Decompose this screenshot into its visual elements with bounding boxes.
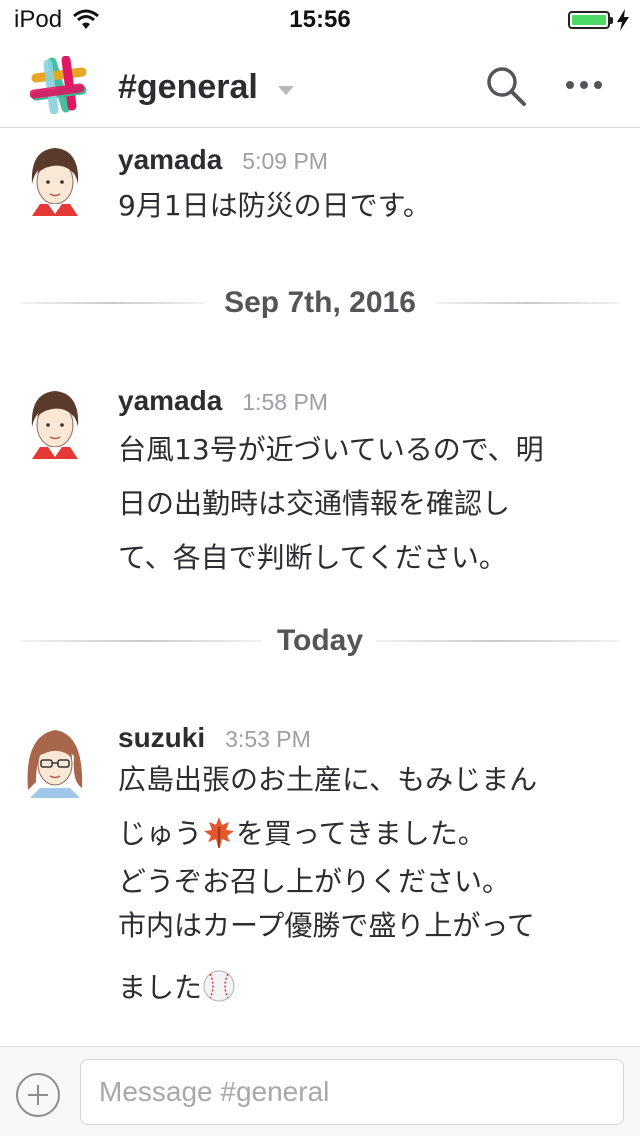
message-line: ました [118, 966, 618, 1010]
message-text: 台風13号が近づいているので、明 日の出勤時は交通情報を確認し て、各自で判断し… [118, 423, 618, 585]
slack-logo[interactable] [30, 56, 88, 114]
message-line: 台風13号が近づいているので、明 [118, 433, 544, 466]
date-divider: Today [22, 621, 618, 661]
chevron-down-icon[interactable] [278, 86, 294, 95]
message-username[interactable]: yamada [118, 144, 222, 176]
avatar[interactable] [22, 726, 88, 798]
message-timestamp: 3:53 PM [225, 726, 311, 752]
date-divider: Sep 7th, 2016 [22, 283, 618, 323]
avatar[interactable] [22, 387, 88, 459]
channel-title[interactable]: #general [118, 68, 258, 107]
divider-line-right [436, 302, 618, 304]
message-username[interactable]: suzuki [118, 722, 205, 754]
search-icon[interactable] [484, 64, 528, 108]
message-composer [0, 1046, 640, 1136]
message-header: yamada 1:58 PM [118, 385, 328, 417]
baseball-icon [203, 970, 235, 1002]
message-fragment: じゅう [118, 817, 203, 850]
message-text: 9月1日は防災の日です。 [118, 186, 618, 226]
divider-line-right [376, 640, 618, 642]
message-header: yamada 5:09 PM [118, 144, 328, 176]
message-timestamp: 5:09 PM [242, 148, 328, 174]
message-header: suzuki 3:53 PM [118, 722, 311, 754]
battery-icon [568, 11, 613, 29]
message-username[interactable]: yamada [118, 385, 222, 417]
maple-leaf-icon [204, 817, 235, 848]
message-line: 広島出張のお土産に、もみじまん [118, 763, 538, 796]
message-text: 広島出張のお土産に、もみじまん じゅう を買ってきました。 どうぞお召し上がりく… [118, 758, 618, 1010]
message-fragment: を買ってきました。 [236, 817, 486, 850]
message-fragment: ました [118, 971, 203, 1004]
message-line: 市内はカープ優勝で盛り上がって [118, 909, 535, 942]
message-line: どうぞお召し上がりください。 [118, 865, 511, 898]
status-bar: iPod 15:56 [0, 0, 640, 40]
more-icon[interactable] [562, 70, 606, 100]
charging-bolt-icon [617, 9, 629, 31]
status-right [568, 9, 630, 31]
add-icon[interactable] [16, 1073, 60, 1117]
message-line: 日の出勤時は交通情報を確認し [118, 487, 511, 520]
message-input[interactable] [80, 1059, 624, 1125]
avatar[interactable] [22, 144, 88, 216]
status-time: 15:56 [289, 6, 351, 33]
message-line: て、各自で判断してください。 [118, 541, 507, 574]
channel-header: #general [0, 40, 640, 128]
message-line: じゅう を買ってきました。 [118, 810, 618, 862]
message-timestamp: 1:58 PM [242, 389, 328, 415]
message-line: 9月1日は防災の日です。 [118, 189, 431, 222]
battery-level [572, 15, 606, 25]
